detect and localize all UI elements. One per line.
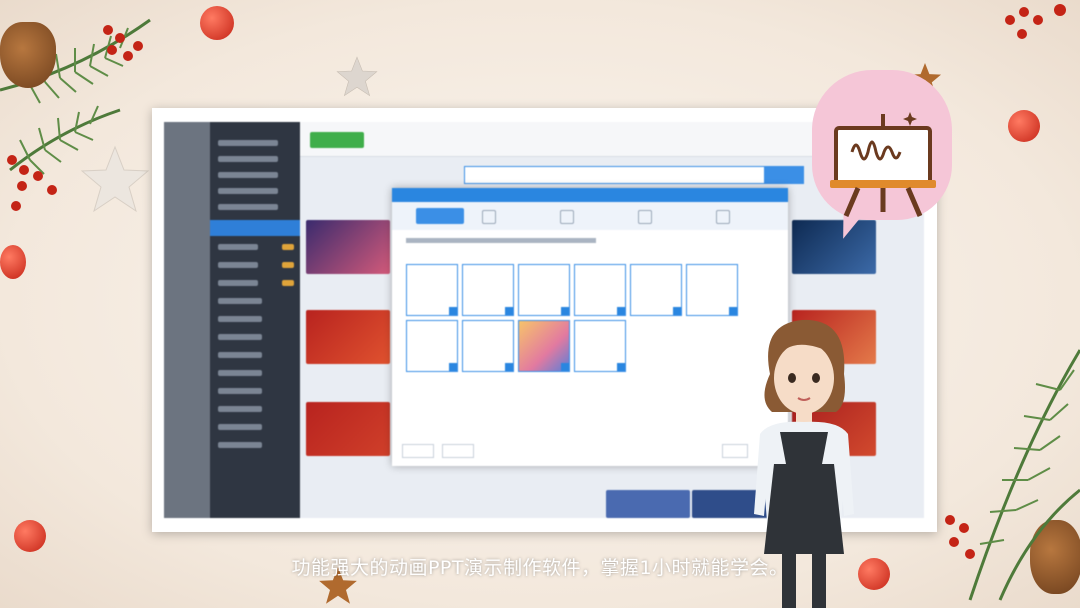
template-thumbnail[interactable] xyxy=(306,402,390,456)
template-option[interactable] xyxy=(406,320,458,372)
wizard-step-3[interactable] xyxy=(560,210,574,224)
ornament-ball-icon xyxy=(200,6,234,40)
ornament-ball-icon xyxy=(0,245,26,279)
dialog-button-left-2[interactable] xyxy=(442,444,474,458)
app-sidebar xyxy=(210,122,300,518)
star-icon xyxy=(336,56,378,97)
template-option[interactable] xyxy=(574,320,626,372)
template-option[interactable] xyxy=(686,264,738,316)
template-wizard-dialog xyxy=(392,188,788,466)
berry-icon xyxy=(7,155,57,211)
template-option[interactable] xyxy=(630,264,682,316)
sidebar-active-item[interactable] xyxy=(210,220,300,236)
template-option[interactable] xyxy=(574,264,626,316)
wizard-step-1[interactable] xyxy=(416,208,464,224)
template-option[interactable] xyxy=(518,264,570,316)
ornament-ball-icon xyxy=(1008,110,1040,142)
star-icon xyxy=(80,145,150,213)
easel-chart-icon xyxy=(830,112,936,217)
pinecone-icon xyxy=(0,22,56,88)
wizard-steps xyxy=(392,202,788,230)
ornament-ball-icon xyxy=(14,520,46,552)
search-input[interactable] xyxy=(464,166,766,184)
dialog-title-bar xyxy=(392,188,788,202)
template-option[interactable] xyxy=(518,320,570,372)
template-option[interactable] xyxy=(462,264,514,316)
template-thumbnail[interactable] xyxy=(306,310,390,364)
wizard-step-2[interactable] xyxy=(482,210,496,224)
new-button[interactable] xyxy=(310,132,364,148)
template-thumbnail[interactable] xyxy=(606,490,690,518)
dialog-button-left[interactable] xyxy=(402,444,434,458)
subtitle-caption: 功能强大的动画PPT演示制作软件，掌握1小时就能学会。 xyxy=(291,557,789,579)
berry-icon xyxy=(103,25,143,61)
wizard-step-5[interactable] xyxy=(716,210,730,224)
template-option[interactable] xyxy=(406,264,458,316)
app-left-rail xyxy=(164,122,210,518)
template-thumbnail[interactable] xyxy=(306,220,390,274)
template-option[interactable] xyxy=(462,320,514,372)
search-button[interactable] xyxy=(764,166,804,184)
wizard-step-4[interactable] xyxy=(638,210,652,224)
berry-icon xyxy=(1005,4,1066,39)
